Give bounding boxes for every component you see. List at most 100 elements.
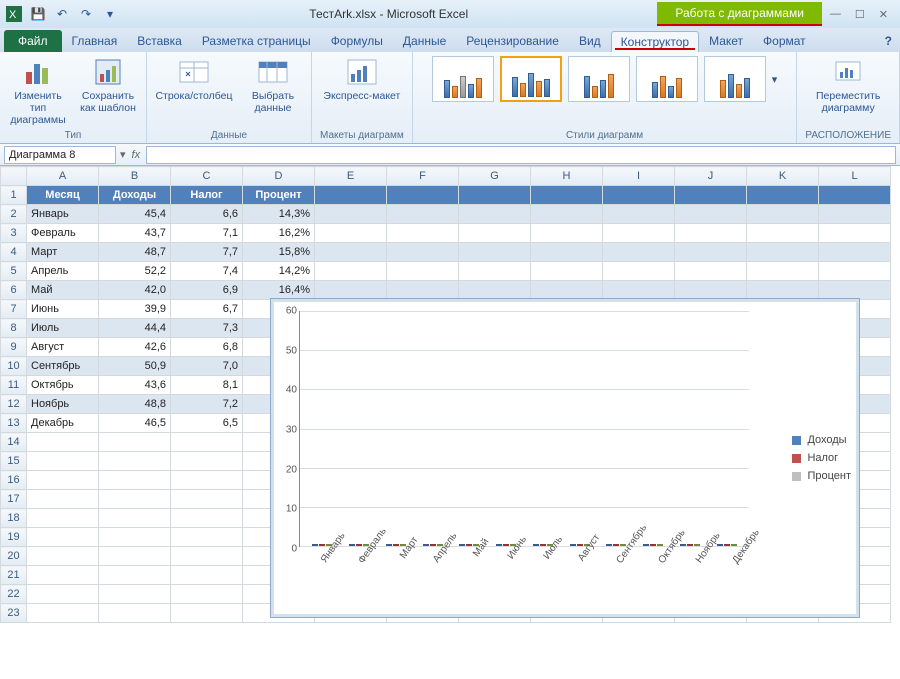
bar[interactable]	[687, 544, 693, 546]
bar[interactable]	[643, 544, 649, 546]
row-header[interactable]: 18	[1, 509, 27, 528]
chart-style-2[interactable]	[500, 56, 562, 102]
cell[interactable]	[27, 490, 99, 509]
cell[interactable]: 8,1	[171, 376, 243, 395]
cell[interactable]: 6,8	[171, 338, 243, 357]
bar[interactable]	[680, 544, 686, 546]
col-header-I[interactable]: I	[603, 167, 675, 186]
chart-legend[interactable]: Доходы Налог Процент	[792, 428, 851, 488]
cell[interactable]	[387, 243, 459, 262]
cell[interactable]	[171, 490, 243, 509]
cell[interactable]	[27, 604, 99, 623]
bar[interactable]	[533, 544, 539, 546]
plot-area[interactable]	[299, 311, 749, 547]
col-header-F[interactable]: F	[387, 167, 459, 186]
select-data-button[interactable]: Выбрать данные	[243, 56, 303, 114]
cell[interactable]: Сентябрь	[27, 357, 99, 376]
cell[interactable]	[459, 224, 531, 243]
cell[interactable]	[747, 224, 819, 243]
row-header[interactable]: 13	[1, 414, 27, 433]
cell[interactable]	[315, 205, 387, 224]
bar[interactable]	[503, 544, 509, 546]
cell[interactable]	[99, 604, 171, 623]
row-header[interactable]: 17	[1, 490, 27, 509]
chart-style-5[interactable]	[704, 56, 766, 102]
col-header-L[interactable]: L	[819, 167, 891, 186]
bar[interactable]	[466, 544, 472, 546]
cell[interactable]: Октябрь	[27, 376, 99, 395]
cell[interactable]	[819, 281, 891, 300]
cell[interactable]	[171, 433, 243, 452]
col-header-K[interactable]: K	[747, 167, 819, 186]
cell[interactable]	[171, 528, 243, 547]
cell[interactable]	[603, 281, 675, 300]
cell[interactable]: 42,0	[99, 281, 171, 300]
row-header[interactable]: 11	[1, 376, 27, 395]
bar[interactable]	[459, 544, 465, 546]
cell[interactable]	[387, 186, 459, 205]
cell[interactable]: Июнь	[27, 300, 99, 319]
legend-item-2[interactable]: Налог	[792, 452, 851, 464]
select-all-corner[interactable]	[1, 167, 27, 186]
cell[interactable]	[531, 262, 603, 281]
tab-view[interactable]: Вид	[569, 30, 611, 52]
cell[interactable]	[387, 224, 459, 243]
cell[interactable]	[675, 205, 747, 224]
tab-insert[interactable]: Вставка	[127, 30, 192, 52]
tab-design[interactable]: Конструктор	[611, 31, 699, 52]
cell[interactable]	[387, 281, 459, 300]
cell[interactable]	[315, 281, 387, 300]
cell[interactable]: 6,7	[171, 300, 243, 319]
cell[interactable]	[747, 186, 819, 205]
cell[interactable]	[315, 262, 387, 281]
row-header[interactable]: 23	[1, 604, 27, 623]
bar[interactable]	[731, 544, 737, 546]
row-header[interactable]: 14	[1, 433, 27, 452]
cell[interactable]: 6,9	[171, 281, 243, 300]
cell[interactable]	[171, 604, 243, 623]
cell[interactable]	[99, 509, 171, 528]
cell[interactable]: Апрель	[27, 262, 99, 281]
cell[interactable]: 14,3%	[243, 205, 315, 224]
table-header-cell[interactable]: Месяц	[27, 186, 99, 205]
save-icon[interactable]: 💾	[28, 4, 48, 24]
change-chart-type-button[interactable]: Изменить тип диаграммы	[8, 56, 68, 126]
cell[interactable]	[675, 243, 747, 262]
cell[interactable]	[27, 433, 99, 452]
cell[interactable]	[603, 262, 675, 281]
cell[interactable]	[531, 224, 603, 243]
cell[interactable]: 7,2	[171, 395, 243, 414]
chart-style-4[interactable]	[636, 56, 698, 102]
cell[interactable]: 43,6	[99, 376, 171, 395]
row-header[interactable]: 12	[1, 395, 27, 414]
legend-item-3[interactable]: Процент	[792, 470, 851, 482]
cell[interactable]	[459, 243, 531, 262]
cell[interactable]	[747, 281, 819, 300]
cell[interactable]: Февраль	[27, 224, 99, 243]
tab-file[interactable]: Файл	[4, 30, 62, 52]
row-header[interactable]: 4	[1, 243, 27, 262]
cell[interactable]	[819, 224, 891, 243]
col-header-E[interactable]: E	[315, 167, 387, 186]
bar[interactable]	[496, 544, 502, 546]
styles-more-icon[interactable]: ▾	[772, 73, 778, 86]
cell[interactable]	[27, 547, 99, 566]
row-header[interactable]: 19	[1, 528, 27, 547]
cell[interactable]	[675, 224, 747, 243]
bar[interactable]	[540, 544, 546, 546]
cell[interactable]: 7,4	[171, 262, 243, 281]
row-header[interactable]: 20	[1, 547, 27, 566]
bar[interactable]	[386, 544, 392, 546]
bar[interactable]	[694, 544, 700, 546]
fx-icon[interactable]: fx	[126, 149, 147, 161]
cell[interactable]: 52,2	[99, 262, 171, 281]
cell[interactable]	[171, 509, 243, 528]
cell[interactable]: 42,6	[99, 338, 171, 357]
tab-review[interactable]: Рецензирование	[456, 30, 569, 52]
cell[interactable]	[603, 186, 675, 205]
cell[interactable]: 48,7	[99, 243, 171, 262]
cell[interactable]	[603, 224, 675, 243]
cell[interactable]: Март	[27, 243, 99, 262]
cell[interactable]	[459, 281, 531, 300]
row-header[interactable]: 7	[1, 300, 27, 319]
